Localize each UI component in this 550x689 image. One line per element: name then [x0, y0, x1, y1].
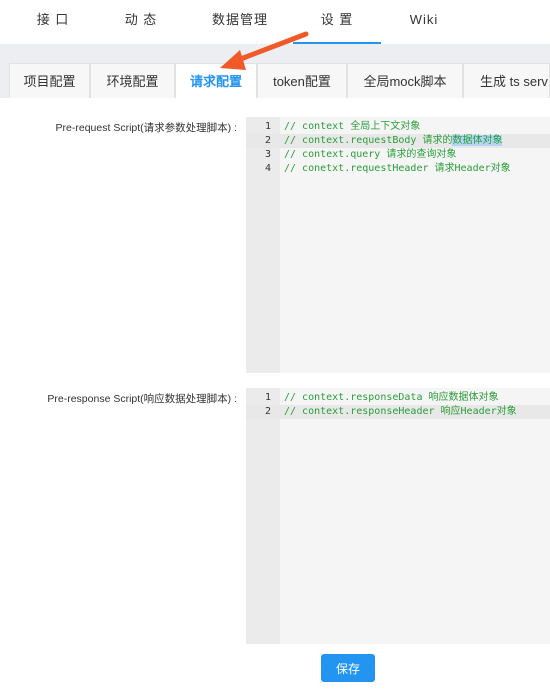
nav-activity[interactable]: 动 态	[114, 0, 168, 44]
code-line: 4 // conetxt.requestHeader 请求Header对象	[264, 163, 511, 174]
save-button[interactable]: 保存	[321, 654, 375, 682]
nav-wiki[interactable]: Wiki	[400, 0, 448, 44]
tab-global-mock-script[interactable]: 全局mock脚本	[347, 63, 463, 98]
pre-response-script-label: Pre-response Script(响应数据处理脚本) :	[47, 393, 237, 405]
tab-token-config[interactable]: token配置	[257, 63, 347, 98]
tab-request-config[interactable]: 请求配置	[175, 63, 257, 99]
top-navigation: 接 口 动 态 数据管理 设 置 Wiki	[0, 0, 550, 44]
code-line: 1 // context 全局上下文对象	[264, 121, 421, 132]
pre-request-script-editor[interactable]: 1 // context 全局上下文对象 2 // context.reques…	[246, 117, 550, 373]
selected-text: 数据体对象	[452, 135, 503, 146]
nav-settings[interactable]: 设 置	[306, 0, 368, 44]
code-line: 1 // context.responseData 响应数据体对象	[264, 392, 499, 403]
tab-generate-ts-services[interactable]: 生成 ts serv	[463, 63, 550, 98]
tab-project-config[interactable]: 项目配置	[9, 63, 90, 98]
settings-tabs: 项目配置 环境配置 请求配置 token配置 全局mock脚本 生成 ts se…	[0, 63, 550, 99]
tab-environment-config[interactable]: 环境配置	[90, 63, 175, 98]
pre-request-script-label: Pre-request Script(请求参数处理脚本) :	[55, 122, 237, 134]
pre-response-script-editor[interactable]: 1 // context.responseData 响应数据体对象 2 // c…	[246, 388, 550, 644]
nav-interface[interactable]: 接 口	[28, 0, 78, 44]
code-line: 3 // context.query 请求的查询对象	[264, 149, 457, 160]
line-number-gutter	[246, 388, 280, 644]
nav-data-management[interactable]: 数据管理	[205, 0, 275, 44]
header-divider	[0, 44, 550, 63]
code-line: 2 // context.requestBody 请求的数据体对象	[246, 134, 550, 148]
code-line: 2 // context.responseHeader 响应Header对象	[246, 405, 550, 419]
